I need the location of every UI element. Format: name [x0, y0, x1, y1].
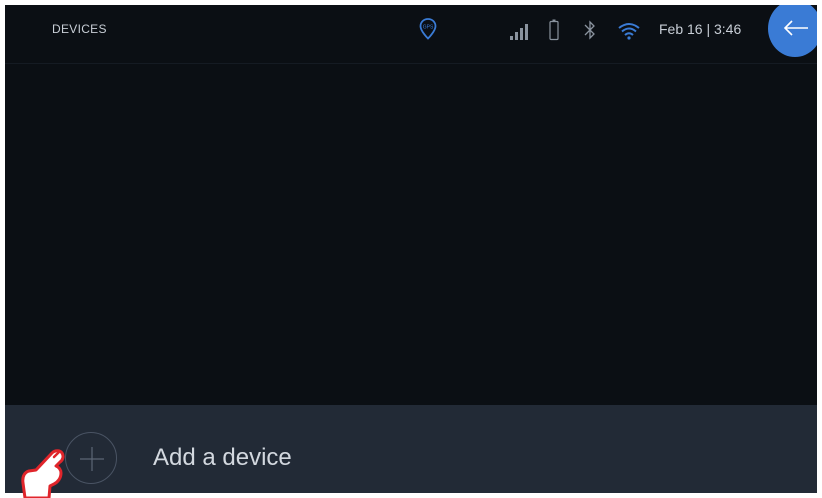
pointer-hand-icon — [21, 449, 65, 498]
wifi-icon — [617, 22, 641, 45]
status-datetime: Feb 16 | 3:46 — [659, 21, 742, 37]
gps-icon: GPS — [419, 18, 437, 45]
back-button[interactable] — [768, 5, 817, 57]
signal-icon — [509, 23, 529, 46]
add-device-label[interactable]: Add a device — [153, 444, 292, 472]
status-bar: DEVICES GPS Feb 16 | 3:46 — [5, 5, 817, 64]
add-device-panel[interactable]: Add a device — [5, 405, 817, 493]
device-list-area — [5, 64, 817, 405]
page-title: DEVICES — [52, 22, 107, 36]
back-arrow-icon — [783, 20, 808, 36]
svg-text:GPS: GPS — [423, 25, 434, 31]
device-screen: DEVICES GPS Feb 16 | 3:46 Add a device — [5, 5, 817, 493]
battery-icon — [549, 19, 559, 46]
bluetooth-icon — [583, 19, 597, 46]
